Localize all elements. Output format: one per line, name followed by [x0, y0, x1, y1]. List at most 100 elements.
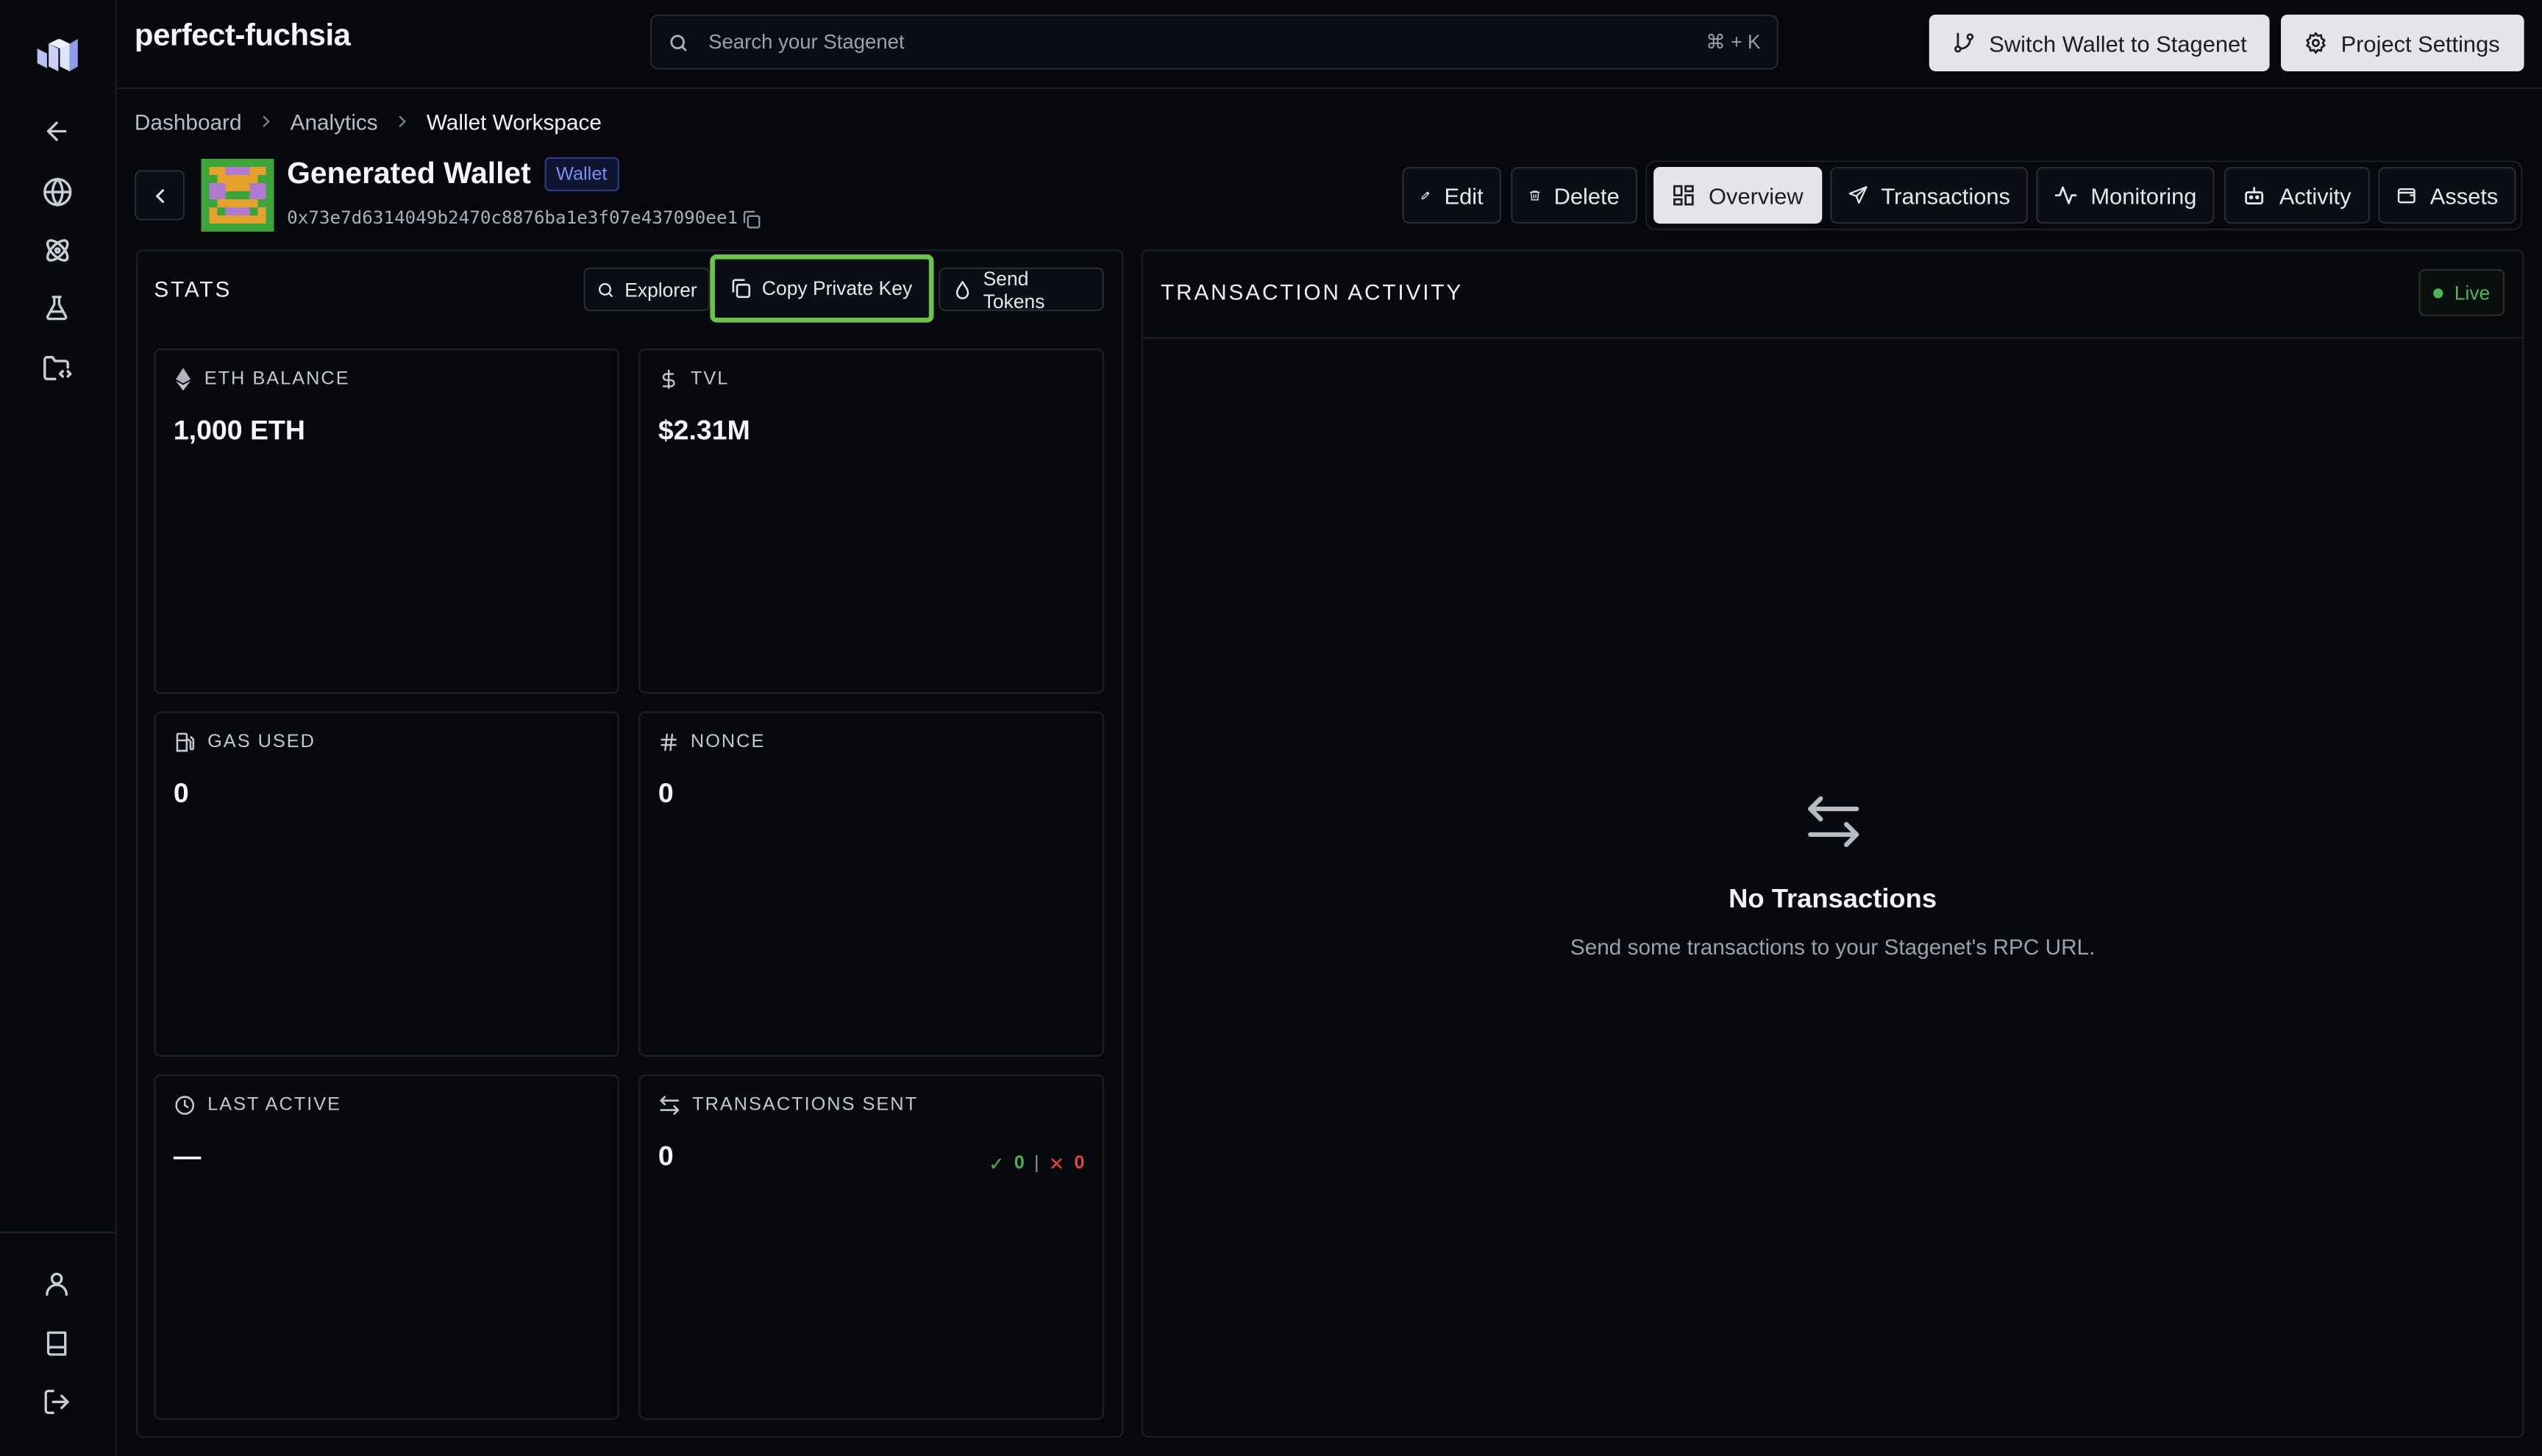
wallet-type-badge: Wallet — [544, 157, 619, 192]
hash-icon — [661, 733, 677, 752]
user-icon — [46, 1272, 68, 1296]
pencil-icon — [1421, 191, 1430, 200]
delete-button[interactable]: Delete — [1511, 167, 1638, 224]
switch-wallet-label: Switch Wallet to Stagenet — [1989, 29, 2247, 57]
copy-private-key-label: Copy Private Key — [761, 276, 913, 300]
search-input[interactable]: Search your Stagenet ⌘ + K — [649, 14, 1779, 70]
edit-button[interactable]: Edit — [1402, 167, 1501, 224]
check-icon: ✓ — [989, 1155, 1005, 1175]
stat-card-eth-balance: ETH BALANCE 1,000 ETH — [154, 348, 619, 694]
x-icon: ✕ — [1048, 1155, 1065, 1175]
split-divider: | — [1034, 1154, 1039, 1174]
fuel-icon — [176, 732, 195, 752]
nonce-label: NONCE — [690, 732, 766, 752]
sidebar — [0, 0, 117, 1456]
copy-private-key-button[interactable]: Copy Private Key — [710, 254, 934, 323]
clock-icon — [175, 1096, 195, 1115]
search-shortcut: ⌘ + K — [1706, 30, 1761, 54]
explorer-label: Explorer — [624, 277, 697, 301]
sidebar-item-account[interactable] — [35, 1263, 77, 1305]
send-icon — [1848, 186, 1868, 204]
activity-icon — [2054, 186, 2077, 204]
last-active-label: LAST ACTIVE — [207, 1095, 342, 1116]
eth-balance-value: 1,000 ETH — [173, 415, 305, 446]
stat-card-last-active: LAST ACTIVE — — [154, 1074, 619, 1420]
chevron-right-icon — [394, 113, 410, 129]
tvl-label: TVL — [690, 369, 730, 389]
send-tokens-label: Send Tokens — [983, 266, 1045, 313]
gas-used-label: GAS USED — [207, 732, 316, 752]
logo-icon[interactable] — [34, 32, 79, 74]
back-nav-button[interactable] — [35, 110, 77, 152]
stats-title: STATS — [154, 276, 232, 301]
switch-wallet-button[interactable]: Switch Wallet to Stagenet — [1929, 14, 2270, 71]
arrow-left-icon — [46, 121, 67, 141]
chevron-left-icon — [154, 188, 163, 202]
sidebar-item-network[interactable] — [35, 170, 77, 212]
stat-card-nonce: NONCE 0 — [638, 711, 1104, 1057]
trash-icon — [1529, 190, 1540, 201]
sidebar-item-testing[interactable] — [35, 287, 77, 329]
logout-icon — [44, 1389, 69, 1414]
transactions-sent-value: 0 — [658, 1141, 674, 1172]
explorer-button[interactable]: Explorer — [583, 267, 711, 312]
last-active-value: — — [173, 1141, 202, 1172]
project-settings-label: Project Settings — [2340, 29, 2500, 57]
sidebar-divider — [0, 1232, 115, 1234]
live-badge: Live — [2418, 268, 2505, 316]
transactions-split: ✓ 0 | ✕ 0 — [989, 1152, 1084, 1175]
flask-icon — [46, 296, 68, 321]
copy-address-icon[interactable] — [741, 209, 762, 230]
tab-overview[interactable]: Overview — [1653, 167, 1823, 224]
transaction-activity-title: TRANSACTION ACTIVITY — [1161, 280, 1464, 305]
back-button[interactable] — [134, 170, 185, 221]
wallet-address: 0x73e7d6314049b2470c8876ba1e3f07e437090e… — [287, 207, 738, 229]
globe-icon — [42, 176, 71, 207]
tab-monitoring[interactable]: Monitoring — [2036, 167, 2215, 224]
wallet-avatar — [201, 158, 274, 232]
tab-activity[interactable]: Activity — [2224, 167, 2371, 224]
git-branch-icon — [1954, 32, 1974, 53]
stat-card-tvl: TVL $2.31M — [638, 348, 1104, 694]
succeeded-count: 0 — [1014, 1154, 1025, 1174]
search-placeholder: Search your Stagenet — [708, 30, 905, 54]
sidebar-item-files[interactable] — [35, 347, 77, 389]
bot-icon — [2245, 187, 2264, 204]
sidebar-item-contracts[interactable] — [35, 229, 77, 271]
arrows-left-right-icon — [1803, 791, 1865, 853]
live-dot — [2433, 288, 2443, 298]
empty-state-subtitle: Send some transactions to your Stagenet'… — [1570, 935, 2096, 960]
failed-count: 0 — [1074, 1154, 1085, 1174]
send-tokens-button[interactable]: Send Tokens — [939, 266, 1104, 313]
delete-label: Delete — [1553, 182, 1620, 209]
breadcrumb-dashboard[interactable]: Dashboard — [135, 110, 242, 134]
ethereum-icon — [176, 368, 191, 391]
droplet-icon — [955, 280, 969, 299]
breadcrumb: Dashboard Analytics Wallet Workspace — [135, 107, 602, 136]
gas-used-value: 0 — [173, 777, 189, 809]
tvl-value: $2.31M — [658, 415, 750, 446]
atom-icon — [45, 238, 68, 261]
book-icon — [46, 1331, 67, 1356]
breadcrumb-wallet-workspace: Wallet Workspace — [426, 109, 602, 134]
tab-monitoring-label: Monitoring — [2090, 182, 2197, 209]
edit-label: Edit — [1444, 182, 1484, 209]
chevron-right-icon — [258, 113, 274, 129]
nonce-value: 0 — [658, 777, 674, 809]
wallet-icon — [2397, 188, 2415, 204]
tab-transactions-label: Transactions — [1881, 182, 2010, 209]
app-root: perfect-fuchsia Search your Stagenet ⌘ +… — [0, 0, 2542, 1456]
sidebar-item-logout[interactable] — [35, 1381, 77, 1423]
tab-assets[interactable]: Assets — [2378, 167, 2516, 224]
live-label: Live — [2454, 281, 2491, 304]
layout-grid-icon — [1673, 185, 1694, 206]
stat-card-gas-used: GAS USED 0 — [154, 711, 619, 1057]
eth-balance-label: ETH BALANCE — [204, 369, 350, 389]
arrows-left-right-icon — [660, 1096, 680, 1115]
dollar-icon — [662, 369, 675, 389]
panel-divider — [1142, 337, 2523, 339]
breadcrumb-analytics[interactable]: Analytics — [291, 110, 378, 134]
project-settings-button[interactable]: Project Settings — [2281, 14, 2524, 71]
sidebar-item-docs[interactable] — [35, 1322, 77, 1364]
tab-transactions[interactable]: Transactions — [1830, 167, 2029, 224]
